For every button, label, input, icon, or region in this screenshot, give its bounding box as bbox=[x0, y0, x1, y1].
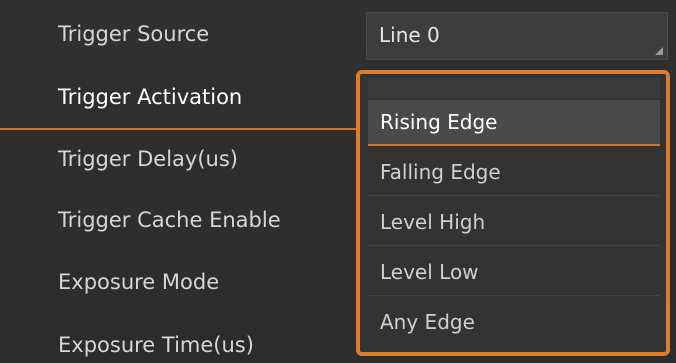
dropdown-current-field[interactable] bbox=[368, 78, 660, 98]
option-falling-edge[interactable]: Falling Edge bbox=[368, 150, 660, 196]
option-label: Level High bbox=[380, 210, 486, 234]
option-label: Falling Edge bbox=[380, 160, 501, 184]
option-label: Rising Edge bbox=[380, 110, 498, 134]
label-exposure-time: Exposure Time(us) bbox=[58, 333, 254, 357]
label-exposure-mode: Exposure Mode bbox=[58, 270, 220, 294]
dropdown-corner-icon bbox=[655, 47, 663, 55]
label-trigger-delay: Trigger Delay(us) bbox=[58, 147, 238, 171]
trigger-activation-dropdown-list: Rising Edge Falling Edge Level High Leve… bbox=[356, 70, 670, 356]
trigger-source-dropdown[interactable]: Line 0 bbox=[366, 12, 668, 60]
option-label: Level Low bbox=[380, 260, 479, 284]
label-trigger-activation: Trigger Activation bbox=[58, 85, 243, 109]
option-rising-edge[interactable]: Rising Edge bbox=[368, 100, 660, 146]
option-label: Any Edge bbox=[380, 310, 475, 334]
option-level-high[interactable]: Level High bbox=[368, 200, 660, 246]
trigger-source-value: Line 0 bbox=[379, 23, 440, 47]
label-trigger-cache-enable: Trigger Cache Enable bbox=[58, 208, 281, 232]
option-any-edge[interactable]: Any Edge bbox=[368, 300, 660, 346]
active-row-divider bbox=[0, 128, 366, 130]
option-level-low[interactable]: Level Low bbox=[368, 250, 660, 296]
properties-panel: Trigger Source Trigger Activation Trigge… bbox=[0, 0, 676, 363]
label-trigger-source: Trigger Source bbox=[58, 22, 210, 46]
